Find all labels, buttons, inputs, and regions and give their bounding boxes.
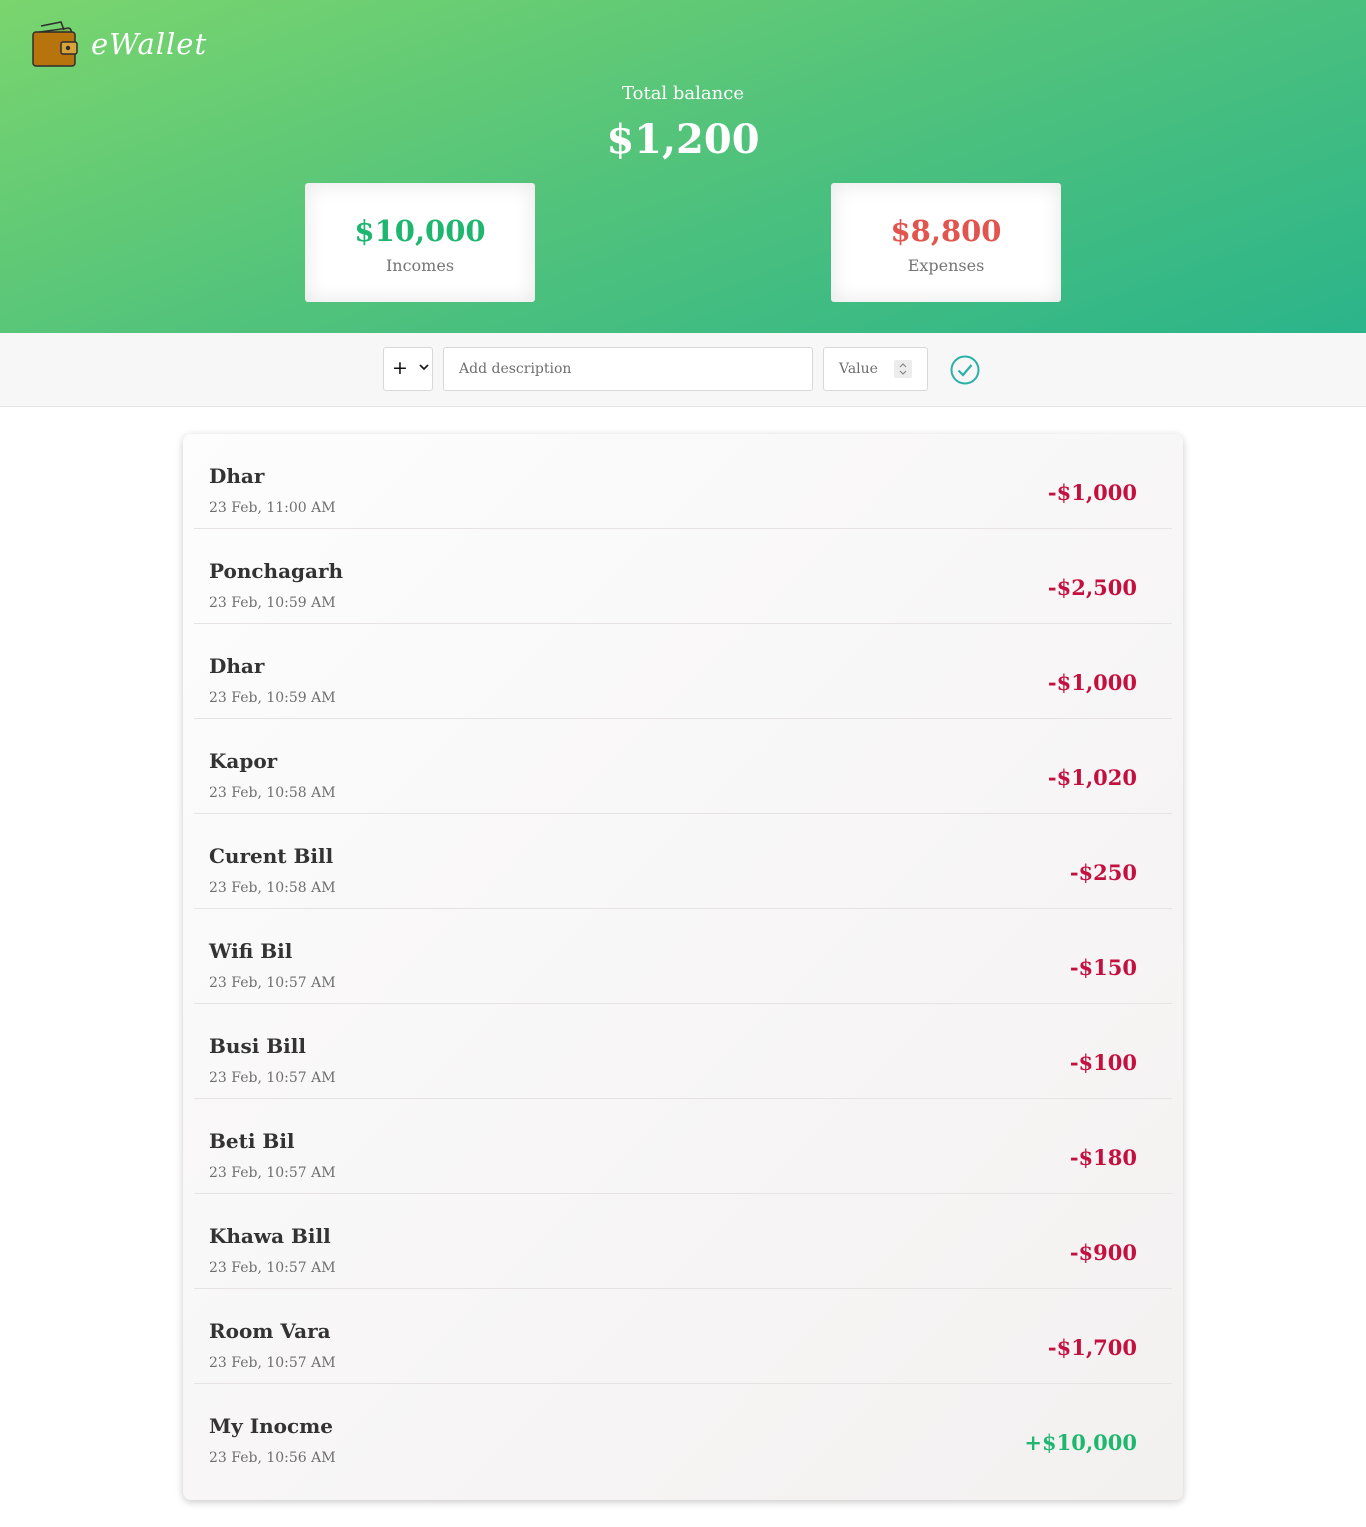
transaction-list: Dhar 23 Feb, 11:00 AM -$1,000 Ponchagarh…: [183, 434, 1183, 1500]
expense-value: $8,800: [890, 214, 1002, 248]
type-select[interactable]: +: [383, 347, 433, 391]
transaction-row[interactable]: Dhar 23 Feb, 10:59 AM -$1,000: [194, 624, 1172, 719]
transaction-amount: -$250: [1069, 860, 1137, 885]
number-spinner-icon[interactable]: [894, 360, 912, 378]
header: eWallet Total balance $1,200 $10,000 Inc…: [0, 0, 1366, 333]
transaction-amount: -$1,000: [1047, 670, 1137, 695]
description-input[interactable]: Add description: [443, 347, 813, 391]
transaction-amount: -$180: [1069, 1145, 1137, 1170]
transaction-time: 23 Feb, 10:57 AM: [209, 1165, 336, 1181]
transaction-description: Dhar: [209, 654, 265, 678]
transaction-row[interactable]: Dhar 23 Feb, 11:00 AM -$1,000: [194, 434, 1172, 529]
expense-label: Expenses: [907, 256, 985, 275]
value-placeholder: Value: [839, 361, 878, 377]
description-placeholder: Add description: [459, 361, 572, 377]
transaction-time: 23 Feb, 10:57 AM: [209, 1355, 336, 1371]
value-input[interactable]: Value: [823, 347, 928, 391]
transaction-time: 23 Feb, 10:57 AM: [209, 975, 336, 991]
add-transaction-button[interactable]: [950, 355, 980, 385]
expense-card: $8,800 Expenses: [831, 183, 1061, 302]
transaction-row[interactable]: Ponchagarh 23 Feb, 10:59 AM -$2,500: [194, 529, 1172, 624]
wallet-icon: [32, 21, 78, 67]
income-value: $10,000: [354, 214, 486, 248]
transaction-description: Dhar: [209, 464, 265, 488]
transaction-amount: -$1,700: [1047, 1335, 1137, 1360]
transaction-row[interactable]: Busi Bill 23 Feb, 10:57 AM -$100: [194, 1004, 1172, 1099]
transaction-amount: -$1,020: [1047, 765, 1137, 790]
check-circle-icon: [950, 355, 980, 385]
transaction-amount: +$10,000: [1024, 1430, 1137, 1455]
transaction-time: 23 Feb, 10:59 AM: [209, 690, 336, 706]
transaction-description: Curent Bill: [209, 844, 334, 868]
income-label: Incomes: [385, 256, 455, 275]
transaction-description: Kapor: [209, 749, 278, 773]
transaction-row[interactable]: Kapor 23 Feb, 10:58 AM -$1,020: [194, 719, 1172, 814]
transaction-row[interactable]: Beti Bil 23 Feb, 10:57 AM -$180: [194, 1099, 1172, 1194]
transaction-time: 23 Feb, 10:57 AM: [209, 1260, 336, 1276]
balance-label: Total balance: [622, 83, 744, 104]
transaction-row[interactable]: Curent Bill 23 Feb, 10:58 AM -$250: [194, 814, 1172, 909]
app-title: eWallet: [91, 27, 208, 61]
transaction-amount: -$150: [1069, 955, 1137, 980]
transaction-description: Wifi Bil: [209, 939, 293, 963]
transaction-time: 23 Feb, 11:00 AM: [209, 500, 336, 516]
transaction-amount: -$2,500: [1047, 575, 1137, 600]
transaction-time: 23 Feb, 10:58 AM: [209, 880, 336, 896]
add-transaction-bar: + Add description Value: [0, 333, 1366, 407]
type-select-value: +: [392, 357, 408, 379]
transaction-description: Room Vara: [209, 1319, 331, 1343]
transaction-amount: -$100: [1069, 1050, 1137, 1075]
transaction-row[interactable]: My Inocme 23 Feb, 10:56 AM +$10,000: [194, 1384, 1172, 1479]
transaction-description: Khawa Bill: [209, 1224, 331, 1248]
transaction-row[interactable]: Wifi Bil 23 Feb, 10:57 AM -$150: [194, 909, 1172, 1004]
transaction-description: Beti Bil: [209, 1129, 295, 1153]
transaction-time: 23 Feb, 10:57 AM: [209, 1070, 336, 1086]
transaction-time: 23 Feb, 10:56 AM: [209, 1450, 336, 1466]
transaction-description: Ponchagarh: [209, 559, 344, 583]
transaction-time: 23 Feb, 10:59 AM: [209, 595, 336, 611]
transaction-description: My Inocme: [209, 1414, 334, 1438]
chevron-down-icon: [419, 364, 429, 371]
transaction-amount: -$1,000: [1047, 480, 1137, 505]
transaction-time: 23 Feb, 10:58 AM: [209, 785, 336, 801]
transaction-row[interactable]: Khawa Bill 23 Feb, 10:57 AM -$900: [194, 1194, 1172, 1289]
transaction-amount: -$900: [1069, 1240, 1137, 1265]
app-logo: eWallet: [31, 18, 207, 72]
balance-value: $1,200: [606, 116, 760, 163]
transaction-description: Busi Bill: [209, 1034, 306, 1058]
income-card: $10,000 Incomes: [305, 183, 535, 302]
transaction-row[interactable]: Room Vara 23 Feb, 10:57 AM -$1,700: [194, 1289, 1172, 1384]
